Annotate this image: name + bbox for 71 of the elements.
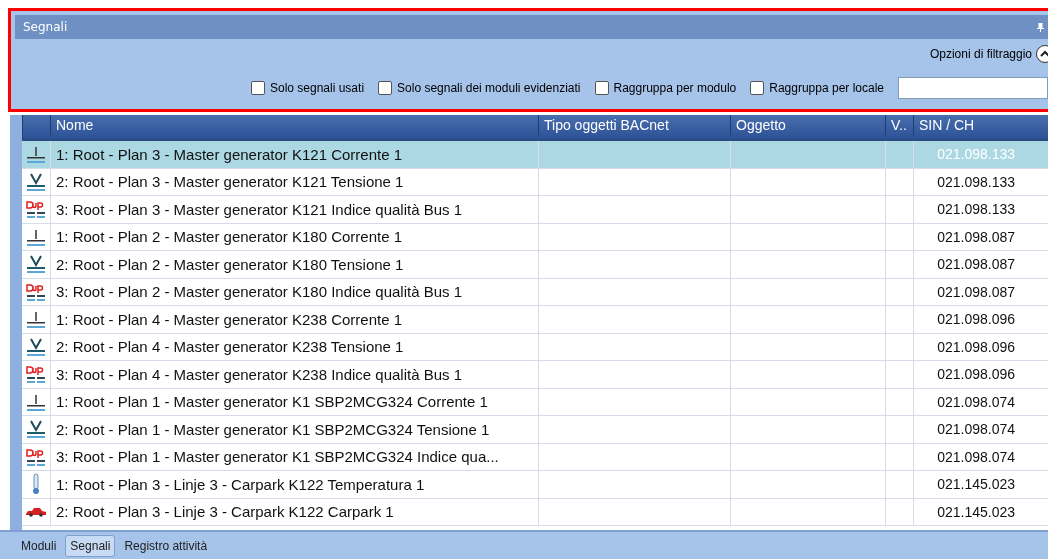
voltage-icon bbox=[25, 171, 47, 192]
sin-cell: 021.098.074 bbox=[913, 416, 1035, 443]
table-row[interactable]: 3: Root - Plan 2 - Master generator K180 Indice qualità Bus 1 021.098.087 bbox=[22, 278, 1048, 306]
table-row[interactable]: 1: Root - Plan 2 - Master generator K180 Corrente 1 021.098.087 bbox=[22, 223, 1048, 251]
sin-cell: 021.098.074 bbox=[913, 388, 1035, 415]
filter-checkbox[interactable]: Solo segnali dei moduli evidenziati bbox=[378, 81, 581, 95]
table-row[interactable]: 2: Root - Plan 4 - Master generator K238 Tensione 1 021.098.096 bbox=[22, 333, 1048, 361]
column-header[interactable]: Nome bbox=[50, 115, 538, 135]
signal-name: 3: Root - Plan 4 - Master generator K238 Indice qualità Bus 1 bbox=[50, 361, 538, 388]
current-icon bbox=[25, 309, 47, 330]
sin-cell: 021.098.096 bbox=[913, 306, 1035, 333]
signal-name: 2: Root - Plan 1 - Master generator K1 SBP2MCG324 Tensione 1 bbox=[50, 416, 538, 443]
dup-icon bbox=[25, 364, 47, 385]
bottom-tab[interactable]: Segnali bbox=[65, 534, 116, 557]
table-row[interactable]: 2: Root - Plan 1 - Master generator K1 SBP2MCG324 Tensione 1 021.098.074 bbox=[22, 416, 1048, 444]
signal-name: 2: Root - Plan 3 - Master generator K121 Tensione 1 bbox=[50, 168, 538, 195]
column-header[interactable]: Oggetto bbox=[730, 115, 885, 135]
table-row[interactable]: 1: Root - Plan 4 - Master generator K238 Corrente 1 021.098.096 bbox=[22, 306, 1048, 334]
table-row[interactable]: 1: Root - Plan 1 - Master generator K1 SBP2MCG324 Corrente 1 021.098.074 bbox=[22, 388, 1048, 416]
voltage-icon bbox=[25, 419, 47, 440]
table-row[interactable]: 3: Root - Plan 4 - Master generator K238 Indice qualità Bus 1 021.098.096 bbox=[22, 361, 1048, 389]
signal-name: 3: Root - Plan 3 - Master generator K121 Indice qualità Bus 1 bbox=[50, 196, 538, 223]
sin-cell: 021.145.023 bbox=[913, 498, 1035, 525]
sin-cell: 021.098.087 bbox=[913, 278, 1035, 305]
table-row[interactable]: 2: Root - Plan 3 - Linje 3 - Carpark K122 Carpark 1 021.145.023 bbox=[22, 498, 1048, 526]
table-row[interactable]: 1: Root - Plan 3 - Linje 3 - Carpark K122 Temperatura 1 021.145.023 bbox=[22, 471, 1048, 499]
signal-name: 2: Root - Plan 3 - Linje 3 - Carpark K122 Carpark 1 bbox=[50, 498, 538, 525]
signal-name: 1: Root - Plan 4 - Master generator K238 Corrente 1 bbox=[50, 306, 538, 333]
dup-icon bbox=[25, 281, 47, 302]
sin-cell: 021.098.133 bbox=[913, 141, 1035, 168]
filter-options-label: Opzioni di filtraggio bbox=[929, 47, 1032, 61]
table-row[interactable]: 1: Root - Plan 3 - Master generator K121 Corrente 1 021.098.133 bbox=[22, 141, 1048, 169]
dup-icon bbox=[25, 446, 47, 467]
signal-name: 2: Root - Plan 4 - Master generator K238 Tensione 1 bbox=[50, 333, 538, 360]
signal-name: 3: Root - Plan 2 - Master generator K180 Indice qualità Bus 1 bbox=[50, 278, 538, 305]
table-row[interactable]: 2: Root - Plan 2 - Master generator K180 Tensione 1 021.098.087 bbox=[22, 251, 1048, 279]
sin-cell: 021.098.133 bbox=[913, 196, 1035, 223]
bottom-tab[interactable]: Moduli bbox=[16, 534, 62, 557]
car-icon bbox=[25, 506, 47, 517]
table-row[interactable]: 3: Root - Plan 1 - Master generator K1 SBP2MCG324 Indice qua... 021.098.074 bbox=[22, 443, 1048, 471]
bottom-tab[interactable]: Registro attività bbox=[119, 534, 213, 557]
voltage-icon bbox=[25, 254, 47, 275]
signal-name: 1: Root - Plan 3 - Linje 3 - Carpark K122 Temperatura 1 bbox=[50, 471, 538, 498]
signal-name: 1: Root - Plan 2 - Master generator K180 Corrente 1 bbox=[50, 223, 538, 250]
sin-cell: 021.098.096 bbox=[913, 333, 1035, 360]
filter-checkbox[interactable]: Solo segnali usati bbox=[251, 81, 365, 95]
filter-checkbox[interactable]: Raggruppa per modulo bbox=[594, 81, 737, 95]
filter-checkbox[interactable]: Raggruppa per locale bbox=[750, 81, 884, 95]
sin-cell: 021.098.096 bbox=[913, 361, 1035, 388]
table-row[interactable]: 3: Root - Plan 3 - Master generator K121 Indice qualità Bus 1 021.098.133 bbox=[22, 196, 1048, 224]
signal-name: 2: Root - Plan 2 - Master generator K180 Tensione 1 bbox=[50, 251, 538, 278]
chevron-up-icon bbox=[1040, 50, 1048, 58]
column-header[interactable]: SIN / CH bbox=[913, 115, 1035, 135]
table-row[interactable]: 2: Root - Plan 3 - Master generator K121 Tensione 1 021.098.133 bbox=[22, 168, 1048, 196]
column-header[interactable]: V.. bbox=[885, 115, 913, 135]
signal-name: 1: Root - Plan 1 - Master generator K1 SBP2MCG324 Corrente 1 bbox=[50, 388, 538, 415]
sin-cell: 021.098.133 bbox=[913, 168, 1035, 195]
voltage-icon bbox=[25, 336, 47, 357]
current-icon bbox=[25, 144, 47, 165]
signal-name: 3: Root - Plan 1 - Master generator K1 SBP2MCG324 Indice qua... bbox=[50, 443, 538, 470]
sin-cell: 021.145.023 bbox=[913, 471, 1035, 498]
sin-cell: 021.098.074 bbox=[913, 443, 1035, 470]
sin-cell: 021.098.087 bbox=[913, 223, 1035, 250]
thermometer-icon bbox=[31, 473, 41, 496]
panel-title: Segnali bbox=[23, 20, 68, 34]
dup-icon bbox=[25, 199, 47, 220]
search-field[interactable] bbox=[898, 77, 1048, 99]
sin-cell: 021.098.087 bbox=[913, 251, 1035, 278]
pin-icon[interactable] bbox=[1037, 22, 1044, 32]
signal-name: 1: Root - Plan 3 - Master generator K121 Corrente 1 bbox=[50, 141, 538, 168]
column-header[interactable]: Tipo oggetti BACnet bbox=[538, 115, 730, 135]
